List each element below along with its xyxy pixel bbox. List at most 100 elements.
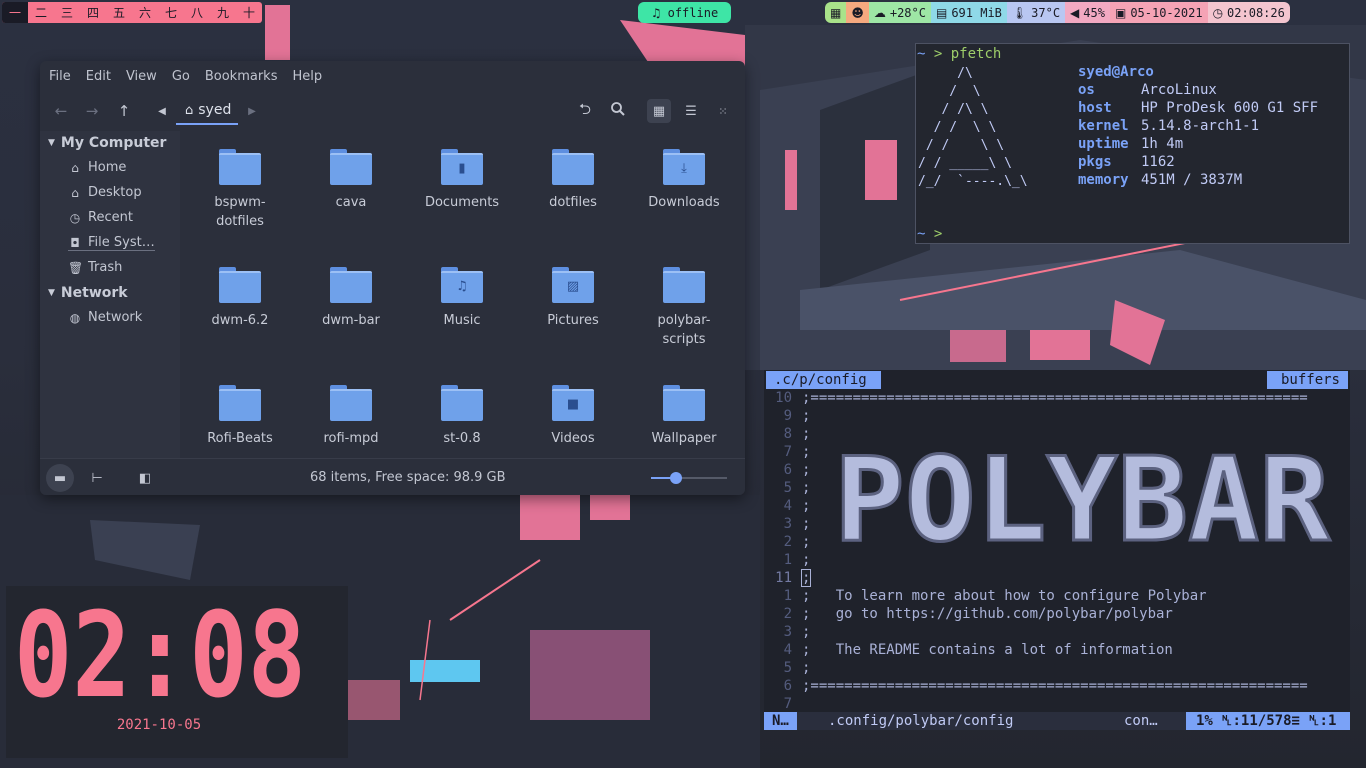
workspace-5[interactable]: 五 [106,2,132,23]
file-item[interactable]: dwm-bar [301,267,401,330]
pfetch-value: 5.14.8-arch1-1 [1141,118,1260,134]
file-item[interactable]: Wallpaper [634,385,734,448]
weather-module[interactable]: ☁ +28°C [868,2,931,23]
back-button[interactable]: ← [49,99,73,123]
menu-help[interactable]: Help [292,69,322,84]
workspace-4[interactable]: 四 [80,2,106,23]
workspace-9[interactable]: 九 [210,2,236,23]
temperature-module[interactable]: 🌡 37°C [1006,2,1066,23]
folder-icon: ■ [552,385,594,421]
volume-icon: ◀ [1070,5,1080,20]
forward-button[interactable]: → [80,99,104,123]
file-item[interactable]: rofi-mpd [301,385,401,448]
file-item[interactable]: polybar-scripts [634,267,734,349]
time-module[interactable]: ◷ 02:08:26 [1207,2,1290,23]
workspace-10[interactable]: 十 [236,2,262,23]
folder-icon: ⤓ [663,149,705,185]
sidebar-item-recent[interactable]: ◷ Recent [68,210,133,225]
sidebar-section-label: Network [60,285,128,301]
up-button[interactable]: ↑ [112,99,136,123]
workspace-6[interactable]: 六 [132,2,158,23]
toggle-sidebar-button[interactable]: ◧ [131,464,159,492]
memory-module[interactable]: ▤ 691 MiB [930,2,1007,23]
vim-line-text: ; [802,426,811,442]
file-item[interactable]: ♫ Music [412,267,512,330]
vim-line: 11; [764,569,812,587]
menu-file[interactable]: File [49,69,71,84]
icon-view-button[interactable]: ▦ [647,99,671,123]
vim-line: 3; [764,623,811,641]
breadcrumb-home[interactable]: ⌂ syed [176,97,238,125]
workspace-1[interactable]: 一 [2,2,28,23]
workspace-8[interactable]: 八 [184,2,210,23]
menu-edit[interactable]: Edit [86,69,111,84]
zoom-slider-handle[interactable] [670,472,683,484]
volume-text: 45% [1083,5,1105,20]
file-name: Wallpaper [651,431,717,446]
path-toggle-button[interactable]: ⮌ [573,99,597,123]
list-view-button[interactable]: ☰ [679,99,703,123]
workspace-7[interactable]: 七 [158,2,184,23]
clock-date: 2021-10-05 [116,717,202,733]
pfetch-terminal[interactable]: ~ > pfetch /\ / \ / /\ \ / / \ \ / / \ \… [915,43,1350,244]
file-item[interactable]: bspwm-dotfiles [190,149,290,231]
status-modules: ▦ ☻ ☁ +28°C ▤ 691 MiB 🌡 37°C ◀ 45% ▣ 05-… [825,2,1290,23]
file-item[interactable]: ▮ Documents [412,149,512,212]
file-item[interactable]: cava [301,149,401,212]
ascii-line: /\ [918,66,973,81]
menu-view[interactable]: View [126,69,157,84]
zoom-slider[interactable] [651,472,727,484]
file-item[interactable]: dotfiles [523,149,623,212]
menu-go[interactable]: Go [172,69,190,84]
clock-widget: 02:08 2021-10-05 [6,586,348,758]
tree-button[interactable]: ⊢ [83,464,111,492]
music-status: offline [667,5,719,20]
network-icon: ◍ [69,310,81,325]
pfetch-key: uptime [1078,136,1129,152]
breadcrumb-right-button[interactable]: ▶ [240,99,264,123]
places-button[interactable]: ▬ [46,464,74,492]
search-button[interactable] [606,99,630,123]
file-item[interactable]: dwm-6.2 [190,267,290,330]
recent-icon: ◷ [69,210,81,225]
vim-line-number: 1 [783,588,792,604]
reddit-module[interactable]: ☻ [846,2,869,23]
vim-line-number: 7 [783,696,792,712]
menu-bookmarks[interactable]: Bookmarks [205,69,278,84]
vim-line: 2 ; go to https://github.com/polybar/poly… [764,605,1173,623]
sidebar-section-network[interactable]: ▼ Network [48,285,128,301]
file-item[interactable]: st-0.8 [412,385,512,448]
vim-line-text: ; [802,534,811,550]
file-item[interactable]: ⤓ Downloads [634,149,734,212]
file-item[interactable]: ▨ Pictures [523,267,623,330]
sidebar-item-label: Desktop [88,185,142,200]
music-module[interactable]: ♫ offline [638,2,731,23]
triangle-left-icon: ◀ [158,105,166,117]
home-icon: ⌂ [185,102,194,118]
sidebar-item-desktop[interactable]: ⌂ Desktop [68,185,142,200]
sidebar-item-trash[interactable]: 🗑 Trash [68,260,122,275]
date-module[interactable]: ▣ 05-10-2021 [1109,2,1208,23]
vim-line-number: 2 [783,606,792,622]
sidebar: ▼ My Computer ⌂ Home ⌂ Desktop ◷ Recent … [40,131,180,458]
terminal-prompt: ~ > pfetch [917,46,1002,62]
breadcrumb-left-button[interactable]: ◀ [150,99,174,123]
document-emblem-icon: ▮ [458,161,466,176]
vim-tab[interactable]: .c/p/config [766,371,881,389]
vim-line: 10 ;=====================================… [764,389,1308,407]
vim-line-number: 4 [783,498,792,514]
vim-editor[interactable]: .c/p/config buffers 10 ;=================… [764,370,1350,730]
terminal-prompt-end: ~ > [917,226,943,242]
workspace-2[interactable]: 二 [28,2,54,23]
sidebar-item-file-system[interactable]: ◘ File Syst… [68,235,155,251]
file-item[interactable]: ■ Videos [523,385,623,448]
compact-view-button[interactable]: ⁙ [711,99,735,123]
file-item[interactable]: Rofi-Beats [190,385,290,448]
volume-module[interactable]: ◀ 45% [1065,2,1110,23]
sidebar-section-my-computer[interactable]: ▼ My Computer [48,135,166,151]
sidebar-item-home[interactable]: ⌂ Home [68,160,126,175]
menu-bar: File Edit View Go Bookmarks Help [40,61,745,91]
sidebar-item-network[interactable]: ◍ Network [68,310,143,325]
workspace-3[interactable]: 三 [54,2,80,23]
apps-module[interactable]: ▦ [825,2,847,23]
